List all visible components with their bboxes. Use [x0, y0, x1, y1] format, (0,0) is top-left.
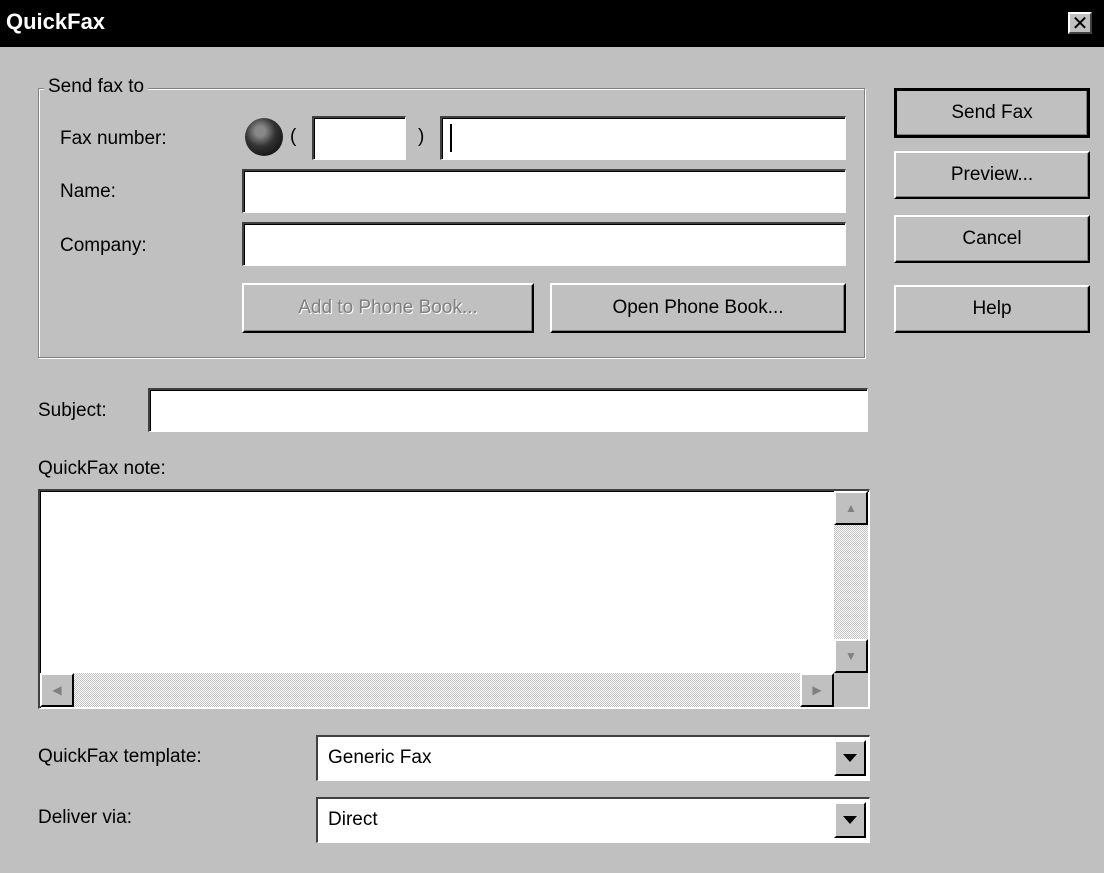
- deliver-via-value: Direct: [328, 809, 378, 830]
- scroll-left-button[interactable]: ◀: [40, 673, 74, 707]
- help-button[interactable]: Help: [894, 285, 1090, 333]
- scroll-down-button[interactable]: ▼: [834, 639, 868, 673]
- quickfax-note-label: QuickFax note:: [38, 458, 166, 479]
- company-label: Company:: [60, 235, 147, 256]
- area-code-field[interactable]: [312, 116, 406, 160]
- scroll-up-icon: ▲: [845, 501, 857, 515]
- send-fax-to-label: Send fax to: [44, 76, 149, 98]
- company-field[interactable]: [242, 222, 846, 266]
- subject-label: Subject:: [38, 400, 107, 421]
- horizontal-scrollbar[interactable]: [40, 673, 834, 707]
- area-code-open-paren: (: [290, 126, 297, 147]
- add-to-phone-book-button[interactable]: Add to Phone Book...: [242, 283, 534, 333]
- fax-number-label: Fax number:: [60, 128, 167, 149]
- template-value: Generic Fax: [328, 747, 432, 768]
- template-dropdown-button[interactable]: [834, 740, 866, 776]
- title-bar: QuickFax ✕: [0, 0, 1104, 47]
- text-cursor: [450, 124, 452, 152]
- scroll-right-button[interactable]: ▶: [800, 673, 834, 707]
- template-select[interactable]: Generic Fax: [316, 735, 870, 781]
- cancel-button[interactable]: Cancel: [894, 215, 1090, 263]
- subject-field[interactable]: [148, 388, 868, 432]
- open-phone-book-button[interactable]: Open Phone Book...: [550, 283, 846, 333]
- scroll-left-icon: ◀: [52, 683, 62, 697]
- name-label: Name:: [60, 181, 116, 202]
- deliver-via-label: Deliver via:: [38, 807, 132, 828]
- preview-button[interactable]: Preview...: [894, 151, 1090, 199]
- close-button[interactable]: ✕: [1068, 12, 1092, 34]
- globe-icon[interactable]: [245, 118, 283, 156]
- chevron-down-icon: [843, 816, 857, 824]
- deliver-via-select[interactable]: Direct: [316, 797, 870, 843]
- fax-number-field[interactable]: [440, 116, 846, 160]
- send-fax-button[interactable]: Send Fax: [894, 88, 1090, 138]
- scrollbar-corner: [834, 673, 868, 707]
- deliver-via-dropdown-button[interactable]: [834, 802, 866, 838]
- scroll-down-icon: ▼: [845, 649, 857, 663]
- window-title: QuickFax: [6, 9, 106, 34]
- scroll-up-button[interactable]: ▲: [834, 491, 868, 525]
- close-icon: ✕: [1071, 13, 1089, 35]
- name-field[interactable]: [242, 169, 846, 213]
- scroll-right-icon: ▶: [812, 683, 822, 697]
- chevron-down-icon: [843, 754, 857, 762]
- area-code-close-paren: ): [418, 126, 425, 147]
- template-label: QuickFax template:: [38, 746, 202, 767]
